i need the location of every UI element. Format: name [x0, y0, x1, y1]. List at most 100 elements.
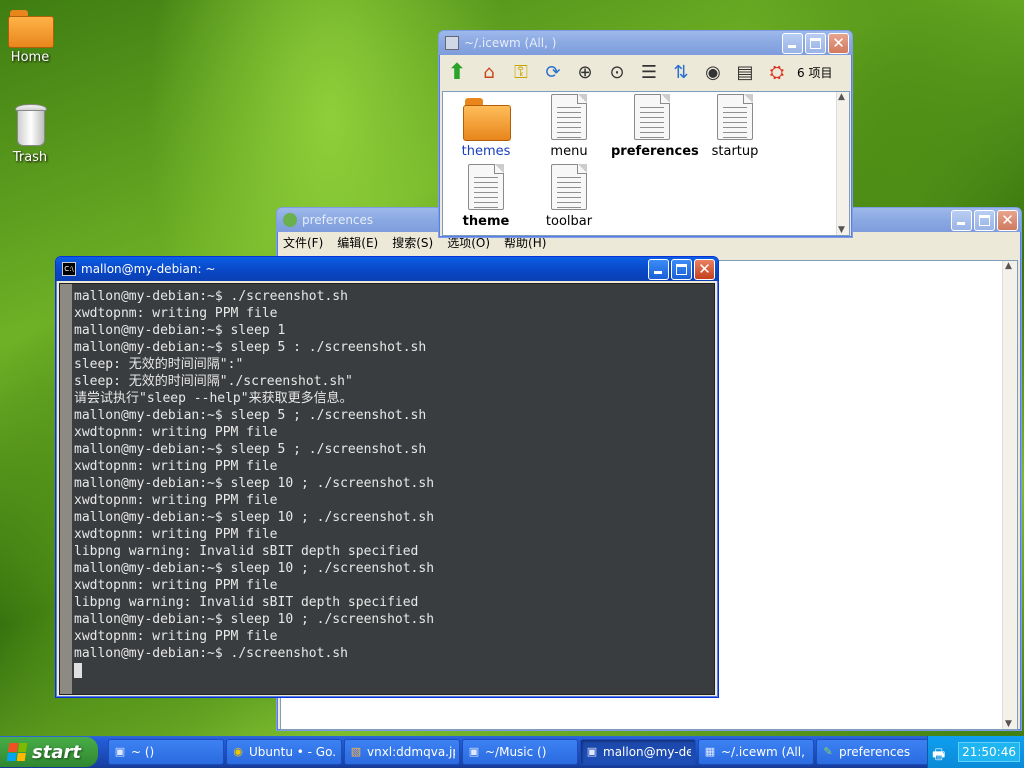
menu-file[interactable]: 文件(F) [283, 234, 323, 251]
terminal-line: libpng warning: Invalid sBIT depth speci… [74, 595, 419, 610]
file-item-themes[interactable]: themes [445, 98, 527, 159]
taskbar-item-label: preferences [839, 745, 911, 759]
taskbar-item-label: mallon@my-de... [603, 745, 691, 759]
minimize-icon [957, 221, 965, 225]
taskbar-item-label: ~ () [131, 745, 155, 759]
editor-scrollbar[interactable] [1002, 261, 1017, 729]
terminal-prompt-line [74, 662, 714, 679]
printer-icon[interactable]: 🖶 [932, 744, 952, 763]
document-icon [551, 164, 587, 210]
terminal-window[interactable]: C:\ mallon@my-debian: ~ ✕ mallon@my-debi… [55, 256, 719, 698]
task-list: ▣ ~ () ◉ Ubuntu • - Go... ▧ vnxl:ddmqva.jp...… [108, 739, 928, 765]
terminal-output[interactable]: mallon@my-debian:~$ ./screenshot.sh xwdto… [72, 284, 714, 694]
file-manager-window[interactable]: ~/.icewm (All, ) ✕ ⬆ ⌂ ⚿ ⟳ ⊕ ⊙ ☰ ⇅ ◉ ▤ ⛭… [438, 30, 853, 238]
taskbar-item[interactable]: ▣ ~ () [108, 739, 224, 765]
close-button[interactable]: ✕ [997, 209, 1018, 231]
file-manager-titlebar[interactable]: ~/.icewm (All, ) ✕ [439, 31, 852, 55]
file-manager-toolbar: ⬆ ⌂ ⚿ ⟳ ⊕ ⊙ ☰ ⇅ ◉ ▤ ⛭ 6 项目 [439, 55, 852, 89]
terminal-line: xwdtopnm: writing PPM file [74, 493, 278, 508]
maximize-icon [979, 214, 990, 226]
folder-icon [8, 10, 54, 48]
zoom-in-icon[interactable]: ⊕ [571, 58, 599, 86]
taskbar-item[interactable]: ▣ mallon@my-de... [580, 739, 696, 765]
close-icon: ✕ [832, 33, 845, 52]
up-arrow-icon[interactable]: ⬆ [443, 58, 471, 86]
maximize-icon [676, 263, 687, 275]
zoom-fit-icon[interactable]: ⊙ [603, 58, 631, 86]
taskbar-item[interactable]: ▧ vnxl:ddmqva.jp... [344, 739, 460, 765]
bookmark-key-icon[interactable]: ⚿ [507, 58, 535, 86]
menu-edit[interactable]: 编辑(E) [337, 234, 378, 251]
terminal-icon: ▣ [114, 745, 126, 758]
document-icon [634, 94, 670, 140]
minimize-button[interactable] [648, 258, 669, 280]
terminal-line: sleep: 无效的时间间隔":" [74, 357, 244, 372]
terminal-line: 请尝试执行"sleep --help"来获取更多信息。 [74, 391, 353, 406]
file-manager-scrollbar[interactable] [836, 92, 849, 235]
minimize-button[interactable] [951, 209, 972, 231]
taskbar-item[interactable]: ✎ preferences [816, 739, 928, 765]
close-icon: ✕ [1001, 210, 1014, 229]
file-item-preferences[interactable]: preferences [611, 94, 699, 159]
home-icon[interactable]: ⌂ [475, 58, 503, 86]
sort-az-icon[interactable]: ⇅ [667, 58, 695, 86]
system-tray: 🖶 21:50:46 [927, 736, 1024, 768]
taskbar-item[interactable]: ▣ ~/Music () [462, 739, 578, 765]
taskbar-item[interactable]: ▦ ~/.icewm (All, ) [698, 739, 814, 765]
terminal-line: mallon@my-debian:~$ sleep 10 ; ./screens… [74, 476, 435, 491]
file-item-toolbar[interactable]: toolbar [528, 164, 610, 229]
file-manager-icon [445, 36, 459, 50]
refresh-icon[interactable]: ⟳ [539, 58, 567, 86]
menu-search[interactable]: 搜索(S) [392, 234, 433, 251]
maximize-button[interactable] [805, 32, 826, 54]
taskbar-item-label: vnxl:ddmqva.jp... [367, 745, 455, 759]
terminal-line: mallon@my-debian:~$ sleep 5 ; ./screensh… [74, 408, 427, 423]
file-item-label: preferences [611, 144, 699, 159]
terminal-titlebar[interactable]: C:\ mallon@my-debian: ~ ✕ [56, 257, 718, 281]
close-icon: ✕ [698, 259, 711, 278]
folder-icon [463, 98, 511, 141]
minimize-button[interactable] [782, 32, 803, 54]
start-label: start [32, 741, 81, 763]
terminal-line: mallon@my-debian:~$ ./screenshot.sh [74, 646, 348, 661]
windows-logo-icon [6, 743, 28, 761]
close-button[interactable]: ✕ [828, 32, 849, 54]
terminal-cursor [74, 663, 82, 678]
taskbar-item[interactable]: ◉ Ubuntu • - Go... [226, 739, 342, 765]
terminal-scrollbar[interactable] [60, 284, 72, 694]
terminal-body[interactable]: mallon@my-debian:~$ ./screenshot.sh xwdto… [59, 283, 715, 695]
taskbar-item-label: Ubuntu • - Go... [249, 745, 337, 759]
file-manager-title: ~/.icewm (All, ) [464, 36, 557, 50]
terminal-icon: ▣ [468, 745, 480, 758]
file-manager-pane[interactable]: themes menu preferences startup theme to… [442, 91, 850, 236]
eye-icon[interactable]: ◉ [699, 58, 727, 86]
file-item-menu[interactable]: menu [528, 94, 610, 159]
minimize-icon [788, 44, 796, 48]
close-button[interactable]: ✕ [694, 258, 715, 280]
terminal-icon: ▣ [586, 745, 598, 758]
desktop-icon-label: Trash [12, 150, 48, 165]
file-item-startup[interactable]: startup [694, 94, 776, 159]
start-button[interactable]: start [0, 737, 98, 767]
file-item-theme[interactable]: theme [445, 164, 527, 229]
maximize-button[interactable] [974, 209, 995, 231]
desktop-icon-home[interactable]: Home [0, 10, 60, 65]
terminal-line: mallon@my-debian:~$ sleep 10 ; ./screens… [74, 612, 435, 627]
details-view-icon[interactable]: ▤ [731, 58, 759, 86]
clock[interactable]: 21:50:46 [958, 742, 1020, 762]
desktop-icon-trash[interactable]: Trash [0, 104, 60, 165]
file-item-label: menu [550, 144, 588, 159]
list-view-icon[interactable]: ☰ [635, 58, 663, 86]
file-item-label: toolbar [545, 214, 593, 229]
terminal-line: mallon@my-debian:~$ sleep 5 ; ./screensh… [74, 442, 427, 457]
terminal-line: sleep: 无效的时间间隔"./screenshot.sh" [74, 374, 353, 389]
trash-icon [13, 104, 47, 146]
maximize-button[interactable] [671, 258, 692, 280]
terminal-line: xwdtopnm: writing PPM file [74, 578, 278, 593]
terminal-line: xwdtopnm: writing PPM file [74, 459, 278, 474]
help-lifebuoy-icon[interactable]: ⛭ [763, 58, 791, 86]
minimize-icon [654, 270, 662, 274]
terminal-line: libpng warning: Invalid sBIT depth speci… [74, 544, 419, 559]
file-item-label: startup [711, 144, 759, 159]
terminal-line: mallon@my-debian:~$ sleep 1 [74, 323, 286, 338]
